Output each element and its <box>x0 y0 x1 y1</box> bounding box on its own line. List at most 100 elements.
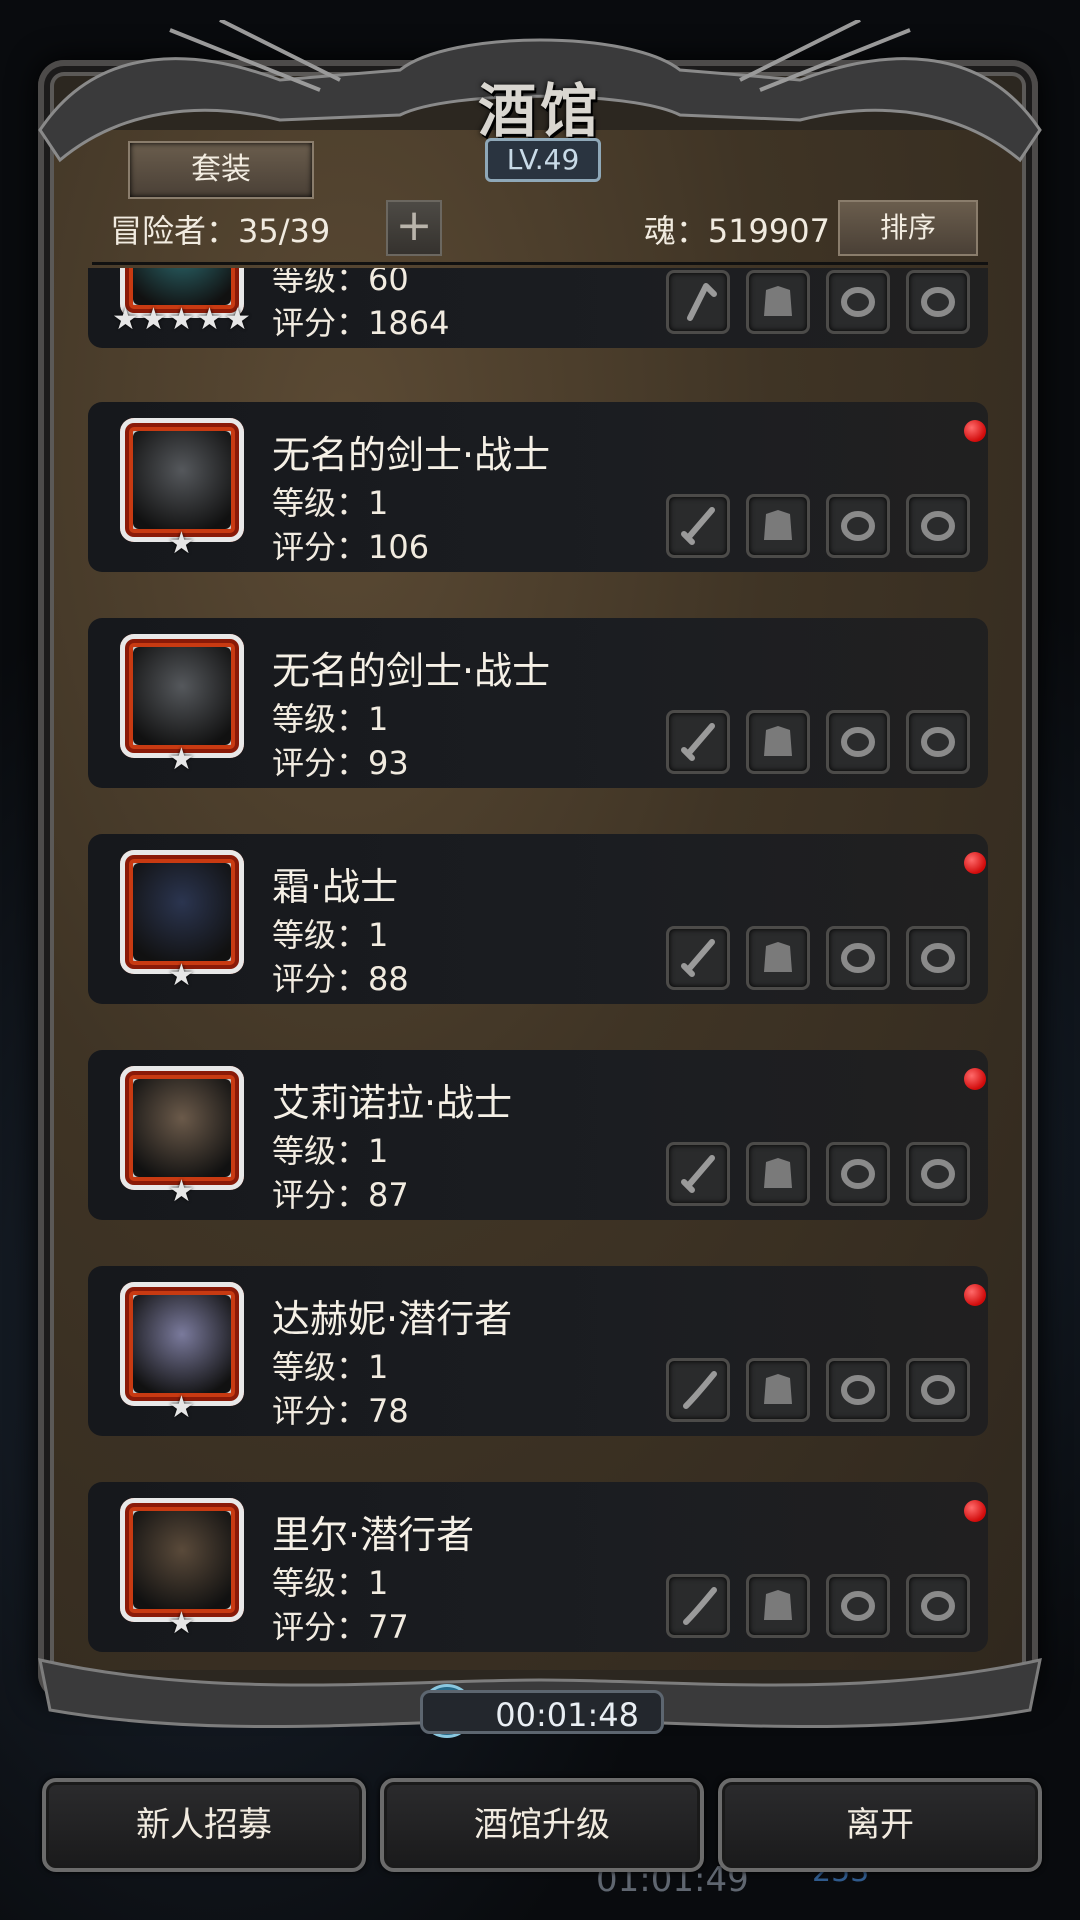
hero-name: 艾莉诺拉·战士 <box>272 1081 513 1125</box>
armor-slot[interactable] <box>746 1358 810 1422</box>
hero-score: 评分：88 <box>272 960 409 998</box>
recruit-button[interactable]: 新人招募 <box>42 1778 366 1872</box>
hero-name: 霜·战士 <box>272 865 399 909</box>
ring-slot[interactable] <box>906 1358 970 1422</box>
armor-slot[interactable] <box>746 494 810 558</box>
ring-slot[interactable] <box>906 270 970 334</box>
hero-avatar <box>133 268 231 305</box>
hero-card[interactable]: ★ ★ ★ ★ ★ 等级：60 评分：1864 <box>88 268 988 348</box>
armor-icon <box>764 286 792 316</box>
hero-level: 等级：1 <box>272 1132 389 1170</box>
new-notification-dot <box>964 852 986 874</box>
ring-slot[interactable] <box>906 494 970 558</box>
ring-icon <box>841 727 875 757</box>
armor-slot[interactable] <box>746 1142 810 1206</box>
ring-icon <box>921 1375 955 1405</box>
ring-slot[interactable] <box>826 926 890 990</box>
new-notification-dot <box>964 1500 986 1522</box>
armor-icon <box>764 510 792 540</box>
tavern-upgrade-button[interactable]: 酒馆升级 <box>380 1778 704 1872</box>
armor-icon <box>764 726 792 756</box>
weapon-slot[interactable] <box>666 494 730 558</box>
hero-score: 评分：78 <box>272 1392 409 1430</box>
hero-card[interactable]: ★ 霜·战士等级：1 评分：88 <box>88 834 988 1004</box>
sort-button[interactable]: 排序 <box>838 200 978 256</box>
hero-score: 评分：93 <box>272 744 409 782</box>
rarity-star-icon: ★ <box>168 1390 195 1425</box>
armor-slot[interactable] <box>746 270 810 334</box>
rarity-star-icon: ★ <box>168 302 195 337</box>
ring-slot[interactable] <box>826 1142 890 1206</box>
new-notification-dot <box>964 420 986 442</box>
ring-icon <box>921 1159 955 1189</box>
hero-level: 等级：1 <box>272 700 389 738</box>
ring-slot[interactable] <box>826 710 890 774</box>
hero-card[interactable]: ★ 达赫妮·潜行者等级：1 评分：78 <box>88 1266 988 1436</box>
hero-card[interactable]: ★ 艾莉诺拉·战士 等级：1 评分：87 <box>88 1050 988 1220</box>
hero-name: 达赫妮·潜行者 <box>272 1297 513 1341</box>
ring-slot[interactable] <box>826 1574 890 1638</box>
hero-score: 评分：1864 <box>272 304 450 342</box>
hero-level: 等级：1 <box>272 1348 389 1386</box>
weapon-slot[interactable] <box>666 1574 730 1638</box>
recruit-timer: 00:01:48 <box>420 1690 664 1734</box>
rarity-star-icon: ★ <box>196 302 223 337</box>
ring-icon <box>841 1375 875 1405</box>
ring-slot[interactable] <box>906 710 970 774</box>
rarity-star-icon: ★ <box>168 958 195 993</box>
hero-list[interactable]: ★ ★ ★ ★ ★ 等级：60 评分：1864 ★ 无名的剑士·战士 等级：1 评分：106 ★ 无名的… <box>88 268 988 1668</box>
add-adventurer-button[interactable]: + <box>386 200 442 256</box>
weapon-icon <box>687 283 717 321</box>
ring-icon <box>841 1591 875 1621</box>
ring-slot[interactable] <box>826 270 890 334</box>
hero-level: 等级：60 <box>272 268 409 298</box>
ring-icon <box>841 1159 875 1189</box>
ring-icon <box>921 943 955 973</box>
ring-slot[interactable] <box>906 926 970 990</box>
hero-score: 评分：106 <box>272 528 430 566</box>
weapon-icon <box>681 723 715 761</box>
rarity-star-icon: ★ <box>168 1606 195 1641</box>
set-button[interactable]: 套装 <box>128 141 314 199</box>
ring-icon <box>921 727 955 757</box>
ring-icon <box>921 287 955 317</box>
ring-slot[interactable] <box>826 1358 890 1422</box>
hero-portrait <box>120 634 244 758</box>
rarity-star-icon: ★ <box>140 302 167 337</box>
rarity-star-icon: ★ <box>168 742 195 777</box>
tavern-level-badge: LV.49 <box>485 138 601 182</box>
ring-slot[interactable] <box>906 1574 970 1638</box>
hero-card[interactable]: ★ 无名的剑士·战士 等级：1 评分：106 <box>88 402 988 572</box>
ring-slot[interactable] <box>826 494 890 558</box>
ring-icon <box>921 1591 955 1621</box>
armor-slot[interactable] <box>746 710 810 774</box>
new-notification-dot <box>964 1284 986 1306</box>
hero-avatar <box>133 863 231 961</box>
armor-icon <box>764 1158 792 1188</box>
armor-slot[interactable] <box>746 926 810 990</box>
weapon-icon <box>681 1155 715 1193</box>
weapon-slot[interactable] <box>666 1358 730 1422</box>
weapon-slot[interactable] <box>666 710 730 774</box>
hero-card[interactable]: ★ 里尔·潜行者 等级：1 评分：77 <box>88 1482 988 1652</box>
hero-avatar <box>133 647 231 745</box>
hero-avatar <box>133 1079 231 1177</box>
weapon-slot[interactable] <box>666 926 730 990</box>
armor-slot[interactable] <box>746 1574 810 1638</box>
weapon-slot[interactable] <box>666 1142 730 1206</box>
rarity-star-icon: ★ <box>224 302 251 337</box>
hero-level: 等级：1 <box>272 1564 389 1602</box>
hero-card[interactable]: ★ 无名的剑士·战士 等级：1 评分：93 <box>88 618 988 788</box>
header-divider <box>92 262 988 265</box>
hero-level: 等级：1 <box>272 916 389 954</box>
leave-button[interactable]: 离开 <box>718 1778 1042 1872</box>
weapon-slot[interactable] <box>666 270 730 334</box>
weapon-icon <box>683 1587 717 1625</box>
hero-score: 评分：87 <box>272 1176 409 1214</box>
hero-portrait <box>120 418 244 542</box>
rarity-star-icon: ★ <box>112 302 139 337</box>
ring-slot[interactable] <box>906 1142 970 1206</box>
armor-icon <box>764 1590 792 1620</box>
adventurer-count: 冒险者：35/39 <box>110 212 331 250</box>
hero-portrait <box>120 1498 244 1622</box>
